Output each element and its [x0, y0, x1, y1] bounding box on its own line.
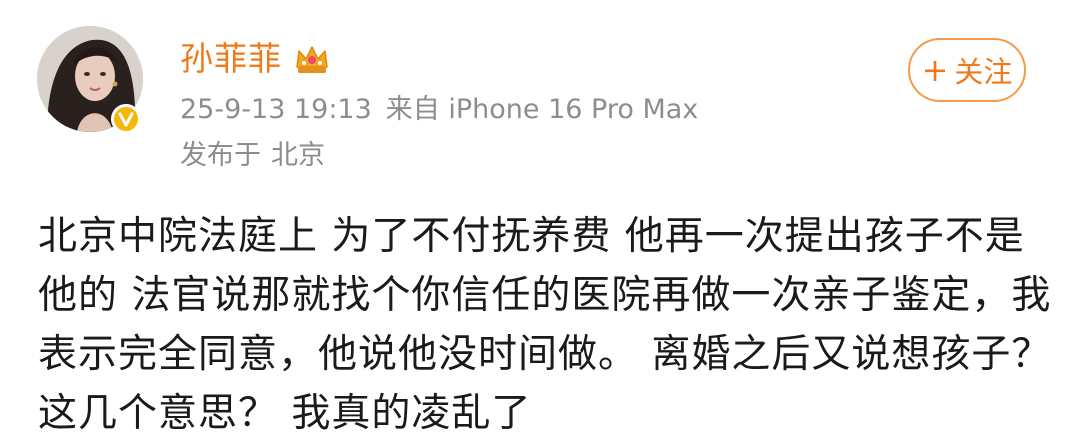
verified-icon — [111, 104, 141, 134]
plus-icon: + — [921, 51, 949, 89]
post-meta: 25-9-13 19:13 来自 iPhone 16 Pro Max — [180, 90, 698, 130]
post-timestamp: 25-9-13 19:13 — [180, 94, 372, 125]
location-value: 北京 — [271, 140, 325, 171]
follow-label: 关注 — [954, 55, 1013, 89]
post-content: 北京中院法庭上 为了不付抚养费 他再一次提出孩子不是他的 法官说那就找个你信任的… — [38, 214, 1052, 436]
post-source: 来自 iPhone 16 Pro Max — [385, 94, 699, 125]
post-location: 发布于 北京 — [180, 136, 325, 176]
crown-icon[interactable] — [292, 39, 332, 79]
weibo-post: 孙菲菲 25-9-13 19:13 来自 iPhone 16 Pro Max 发布… — [0, 0, 1080, 439]
location-label: 发布于 — [180, 140, 261, 171]
author-name[interactable]: 孙菲菲 — [180, 36, 282, 82]
follow-button[interactable]: + 关注 — [908, 38, 1026, 102]
author-header: 孙菲菲 — [180, 36, 332, 82]
